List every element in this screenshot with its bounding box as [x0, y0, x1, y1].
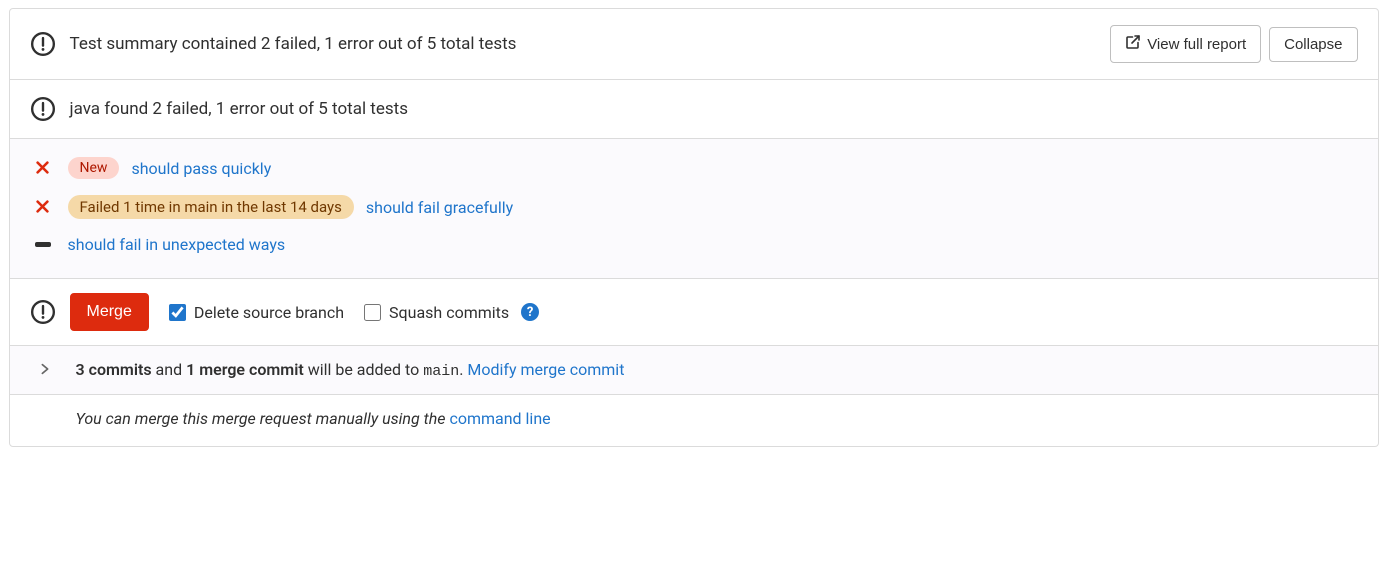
collapse-button[interactable]: Collapse: [1269, 27, 1357, 62]
view-full-report-button[interactable]: View full report: [1110, 25, 1261, 63]
test-name-link[interactable]: should pass quickly: [131, 159, 271, 178]
delete-branch-checkbox[interactable]: [169, 304, 186, 321]
flaky-badge: Failed 1 time in main in the last 14 day…: [68, 195, 354, 219]
target-branch: main: [423, 363, 459, 380]
squash-checkbox-wrap[interactable]: Squash commits ?: [364, 303, 539, 322]
commits-section: 3 commits and 1 merge commit will be add…: [10, 346, 1378, 395]
merge-button-label: Merge: [87, 303, 132, 321]
summary-icon-col: [30, 31, 70, 57]
test-item: should fail in unexpected ways: [30, 227, 1358, 262]
squash-checkbox[interactable]: [364, 304, 381, 321]
help-icon[interactable]: ?: [521, 303, 539, 321]
test-name-link[interactable]: should fail in unexpected ways: [68, 235, 286, 254]
merge-request-widget: Test summary contained 2 failed, 1 error…: [9, 8, 1379, 447]
modify-merge-commit-link[interactable]: Modify merge commit: [467, 360, 624, 379]
merge-row: Merge Delete source branch Squash commit…: [10, 279, 1378, 345]
warning-icon: [30, 96, 56, 122]
delete-branch-checkbox-wrap[interactable]: Delete source branch: [169, 303, 344, 322]
java-icon-col: [30, 96, 70, 122]
merge-icon-col: [30, 299, 70, 325]
test-summary-section: Test summary contained 2 failed, 1 error…: [10, 9, 1378, 80]
view-full-report-label: View full report: [1147, 36, 1246, 53]
fail-x-icon: [36, 159, 49, 178]
test-summary-text: Test summary contained 2 failed, 1 error…: [70, 34, 517, 54]
java-summary-row: java found 2 failed, 1 error out of 5 to…: [10, 80, 1378, 138]
fail-x-icon: [36, 198, 49, 217]
commits-count: 3 commits: [76, 360, 152, 379]
delete-branch-label: Delete source branch: [194, 303, 344, 322]
manual-merge-text: You can merge this merge request manuall…: [76, 409, 450, 428]
warning-icon: [30, 299, 56, 325]
external-link-icon: [1125, 34, 1141, 54]
test-list-section: New should pass quickly Failed 1 time in…: [10, 139, 1378, 279]
test-summary-row: Test summary contained 2 failed, 1 error…: [10, 9, 1378, 79]
manual-merge-section: You can merge this merge request manuall…: [10, 395, 1378, 446]
command-line-link[interactable]: command line: [449, 409, 550, 428]
merge-button[interactable]: Merge: [70, 293, 149, 331]
commits-row[interactable]: 3 commits and 1 merge commit will be add…: [10, 346, 1378, 394]
test-name-link[interactable]: should fail gracefully: [366, 198, 513, 217]
test-item: Failed 1 time in main in the last 14 day…: [30, 187, 1358, 227]
java-summary-section: java found 2 failed, 1 error out of 5 to…: [10, 80, 1378, 139]
warning-icon: [30, 31, 56, 57]
test-list: New should pass quickly Failed 1 time in…: [10, 139, 1378, 278]
new-badge: New: [68, 157, 120, 179]
error-minus-icon: [35, 242, 51, 247]
commits-text: 3 commits and 1 merge commit will be add…: [76, 360, 625, 380]
manual-merge-row: You can merge this merge request manuall…: [10, 395, 1378, 446]
merge-commit-count: 1 merge commit: [186, 360, 304, 379]
squash-label: Squash commits: [389, 303, 509, 322]
collapse-label: Collapse: [1284, 36, 1342, 53]
test-item: New should pass quickly: [30, 149, 1358, 187]
java-summary-text: java found 2 failed, 1 error out of 5 to…: [70, 99, 408, 119]
chevron-right-icon: [38, 361, 52, 380]
merge-section: Merge Delete source branch Squash commit…: [10, 279, 1378, 346]
